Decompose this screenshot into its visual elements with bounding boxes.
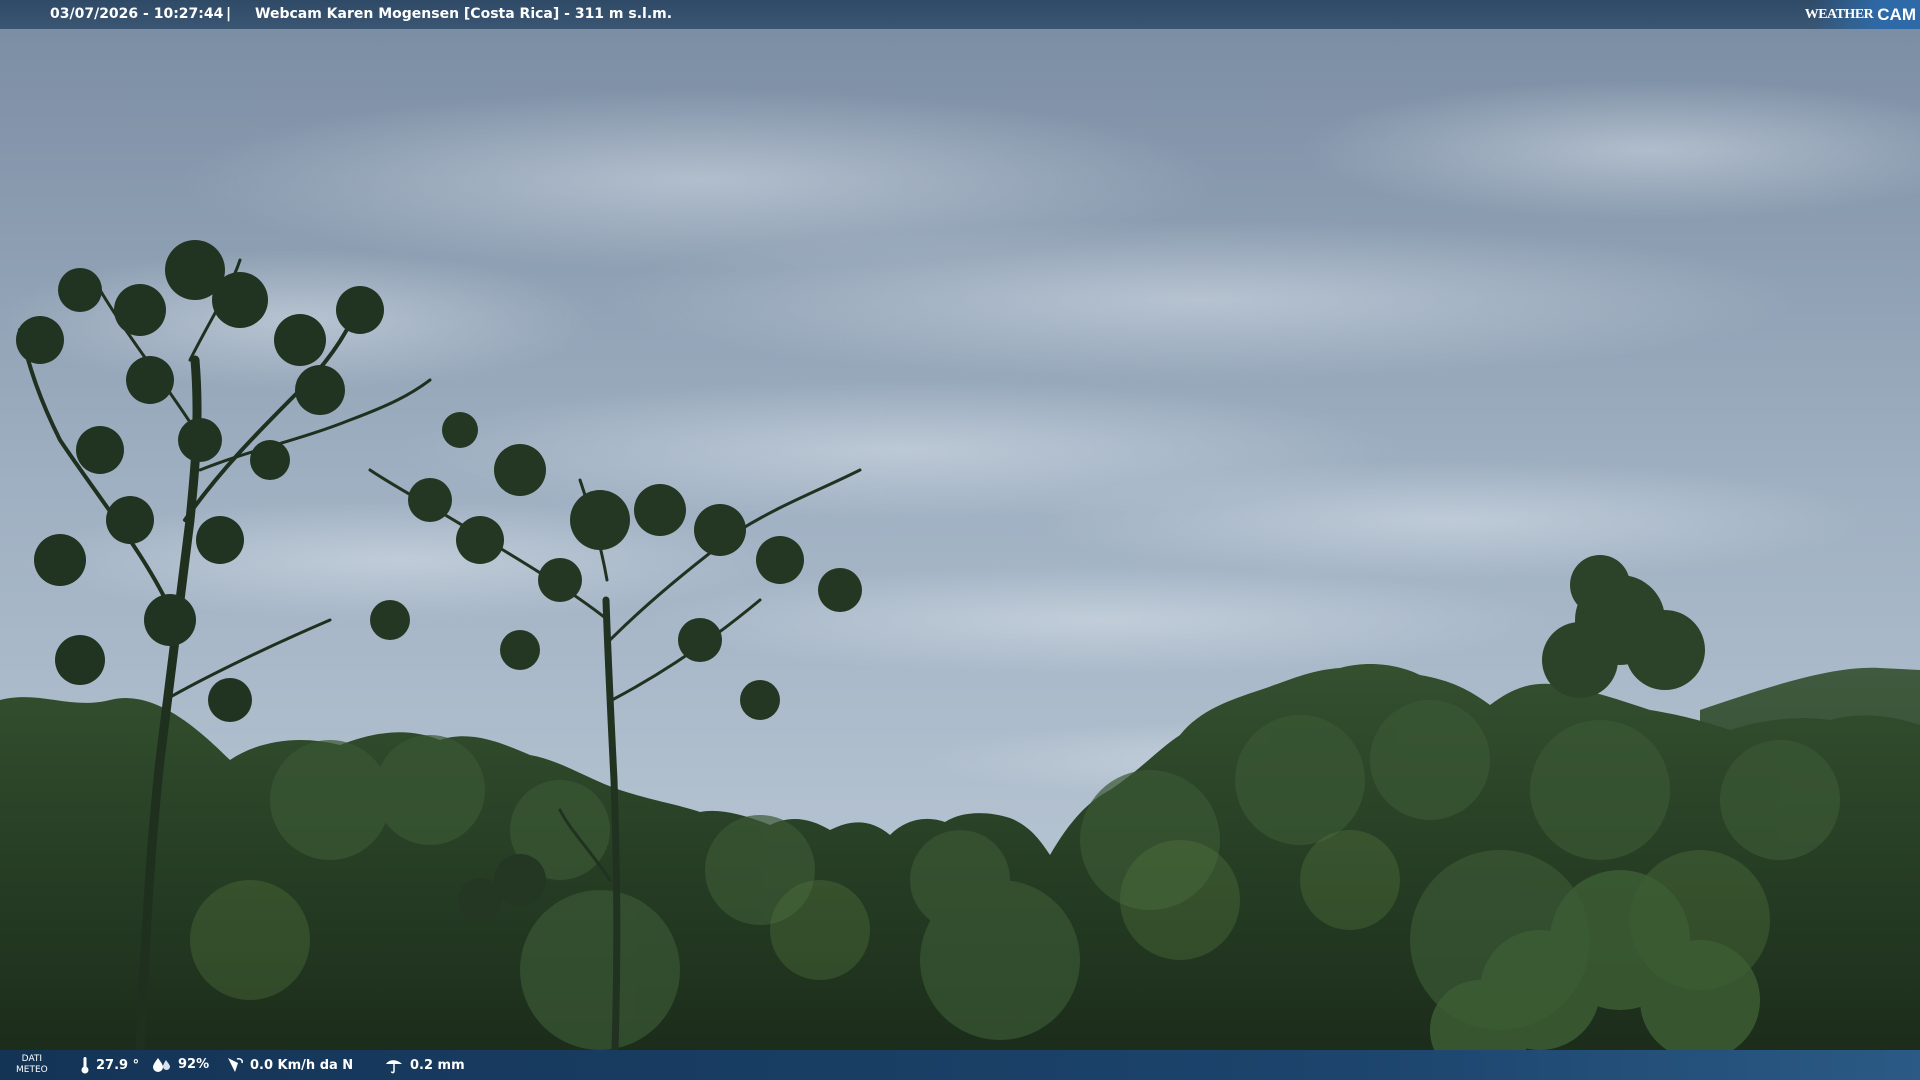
rain-icon [386,1060,402,1074]
wind-reading: 0.0 Km/h da N [226,1056,353,1074]
rain-value: 0.2 mm [410,1057,465,1073]
weather-data-bar: DATI METEO 27.9 ° 92% 0.0 Km/h da N 0.2 … [0,1050,1920,1080]
label-line-2: METEO [16,1065,48,1075]
separator: | [226,6,232,22]
logo-cam-text: CAM [1877,4,1916,24]
timestamp: 03/07/2026 - 10:27:44 [50,6,224,22]
thermometer-icon [81,1057,89,1074]
wind-icon [228,1058,243,1072]
webcam-title: Webcam Karen Mogensen [Costa Rica] - 311… [255,6,673,22]
temperature-reading: 27.9 ° [80,1056,139,1074]
webcam-frame: 03/07/2026 - 10:27:44 | Webcam Karen Mog… [0,0,1920,1080]
humidity-icon [153,1058,170,1072]
webcam-image [0,0,1920,1080]
logo-weather-text: WEATHER [1804,6,1874,22]
wind-value: 0.0 Km/h da N [250,1057,354,1073]
temperature-value: 27.9 ° [96,1057,140,1073]
humidity-value: 92% [178,1056,210,1072]
top-info-bar: 03/07/2026 - 10:27:44 | Webcam Karen Mog… [0,0,1920,29]
dati-meteo-label: DATI METEO [16,1054,48,1076]
humidity-reading: 92% [152,1056,209,1072]
rain-reading: 0.2 mm [384,1056,465,1074]
weathercam-logo: WEATHER CAM [1805,0,1920,29]
label-line-1: DATI [21,1054,43,1064]
